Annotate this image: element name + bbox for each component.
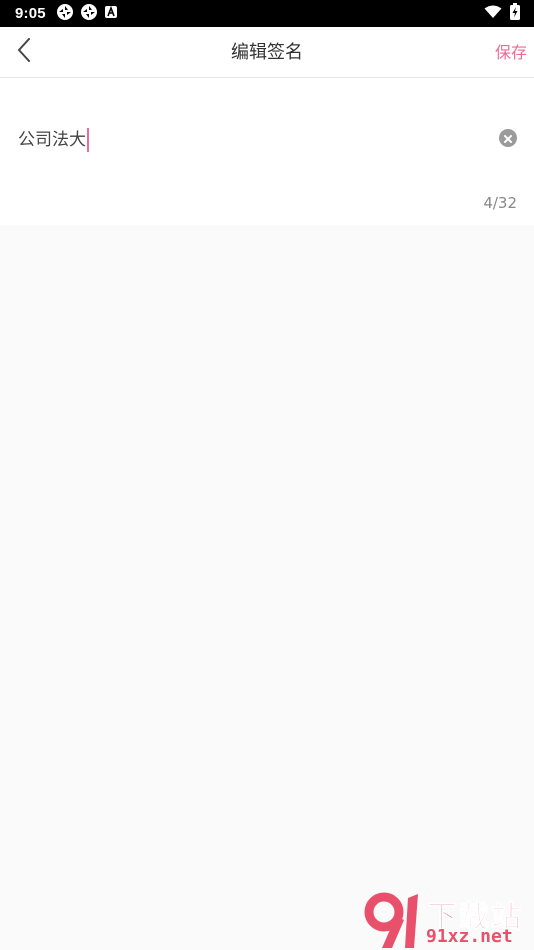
signature-input-value[interactable]: 公司法大 bbox=[18, 126, 86, 154]
site-watermark: 下载站 91xz.net bbox=[362, 890, 534, 950]
nav-bar: 编辑签名 保存 bbox=[0, 27, 534, 78]
signature-input[interactable]: 公司法大 bbox=[18, 126, 89, 154]
status-left-icons bbox=[56, 3, 118, 25]
status-bar: 9:05 bbox=[0, 0, 534, 27]
aperture-icon bbox=[80, 3, 98, 25]
battery-charging-icon bbox=[510, 3, 520, 24]
back-button[interactable] bbox=[10, 37, 38, 67]
watermark-text-bottom: 91xz.net bbox=[426, 926, 513, 947]
chevron-left-icon bbox=[17, 38, 31, 66]
clear-circle-icon bbox=[503, 129, 513, 148]
status-right-icons bbox=[484, 0, 520, 27]
a-notification-icon bbox=[104, 4, 118, 23]
page-title: 编辑签名 bbox=[231, 42, 303, 63]
character-counter: 4/32 bbox=[483, 194, 517, 212]
status-time: 9:05 bbox=[15, 5, 46, 22]
save-button[interactable]: 保存 bbox=[495, 27, 527, 78]
signature-editor: 公司法大 4/32 bbox=[0, 78, 534, 225]
aperture-icon bbox=[56, 3, 74, 25]
clear-input-button[interactable] bbox=[499, 129, 517, 147]
wifi-icon bbox=[484, 4, 502, 23]
text-caret bbox=[87, 128, 89, 152]
